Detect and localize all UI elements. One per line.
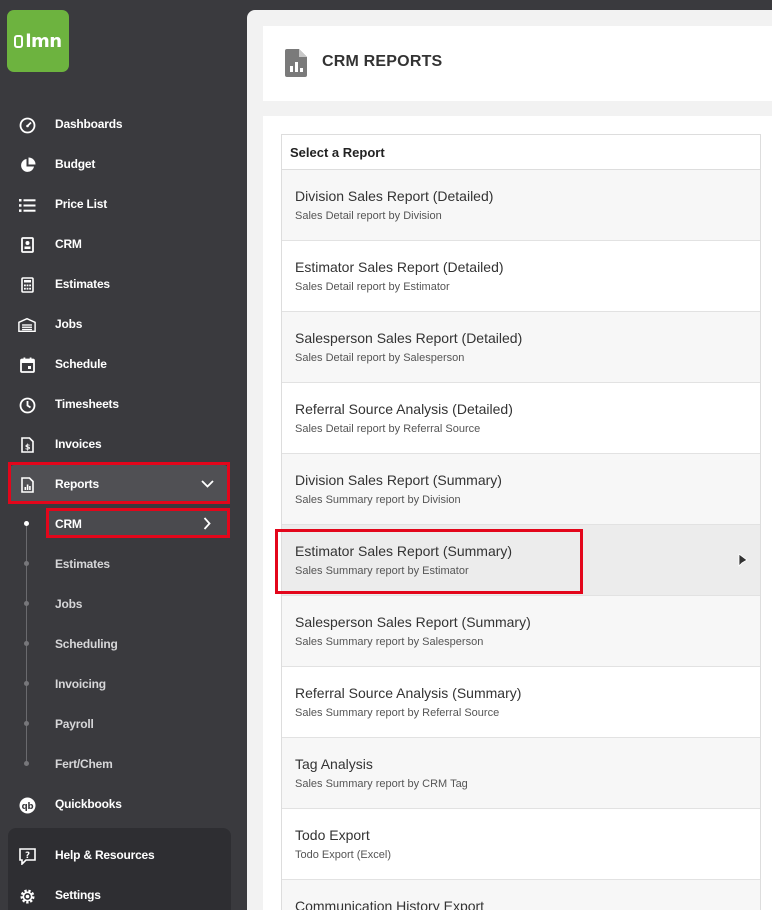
report-description: Todo Export (Excel) — [295, 849, 391, 861]
calculator-icon — [18, 276, 36, 294]
sidebar-item-settings[interactable]: Settings — [0, 875, 247, 910]
submenu-dot — [24, 641, 29, 646]
table-header: Select a Report — [282, 135, 760, 170]
report-description: Sales Summary report by CRM Tag — [295, 778, 468, 790]
sidebar-item-label: Timesheets — [55, 397, 119, 411]
highlight-box-report-row — [275, 529, 583, 594]
report-title: Estimator Sales Report (Detailed) — [295, 259, 504, 275]
help-icon: ? — [18, 847, 36, 865]
sidebar-item-label: Schedule — [55, 357, 107, 371]
submenu-dot — [24, 761, 29, 766]
table-row[interactable]: Referral Source Analysis (Detailed) Sale… — [282, 383, 760, 454]
report-description: Sales Summary report by Referral Source — [295, 707, 500, 719]
sidebar-item-budget[interactable]: Budget — [0, 144, 247, 184]
report-description: Sales Summary report by Salesperson — [295, 636, 484, 648]
table-row[interactable]: Todo Export Todo Export (Excel) — [282, 809, 760, 880]
calendar-icon — [18, 356, 36, 374]
submenu-dot — [24, 601, 29, 606]
main-content: CRM REPORTS Select a Report Division Sal… — [247, 10, 772, 910]
contact-card-icon — [18, 236, 36, 254]
highlight-box-crm — [46, 508, 230, 538]
submenu-item-payroll[interactable]: Payroll — [55, 717, 94, 731]
report-title: Salesperson Sales Report (Detailed) — [295, 330, 523, 346]
submenu-dot — [24, 561, 29, 566]
svg-text:qb: qb — [21, 802, 33, 812]
submenu-item-scheduling[interactable]: Scheduling — [55, 637, 118, 651]
gauge-icon — [18, 116, 36, 134]
report-table: Select a Report Division Sales Report (D… — [281, 134, 761, 910]
sidebar-item-label: CRM — [55, 237, 82, 251]
submenu-item-jobs[interactable]: Jobs — [55, 597, 82, 611]
sidebar-item-crm[interactable]: CRM — [0, 224, 247, 264]
report-panel: Select a Report Division Sales Report (D… — [263, 116, 772, 910]
report-description: Sales Detail report by Referral Source — [295, 423, 481, 435]
sidebar-item-jobs[interactable]: Jobs — [0, 304, 247, 344]
quickbooks-icon: qb — [18, 796, 36, 814]
submenu-dot — [24, 521, 29, 526]
gear-icon — [18, 887, 36, 905]
sidebar-item-label: Settings — [55, 888, 101, 902]
sidebar-item-schedule[interactable]: Schedule — [0, 344, 247, 384]
report-description: Sales Detail report by Division — [295, 210, 442, 222]
sidebar-item-label: Price List — [55, 197, 108, 211]
table-row[interactable]: Tag Analysis Sales Summary report by CRM… — [282, 738, 760, 809]
report-description: Sales Detail report by Estimator — [295, 281, 450, 293]
sidebar-item-estimates[interactable]: Estimates — [0, 264, 247, 304]
table-row[interactable]: Salesperson Sales Report (Summary) Sales… — [282, 596, 760, 667]
report-description: Sales Detail report by Salesperson — [295, 352, 465, 364]
sidebar: lmn Dashboards Budget Price List CRM Est… — [0, 0, 247, 910]
svg-text:$: $ — [24, 443, 30, 452]
logo-text: lmn — [25, 30, 62, 52]
sidebar-item-quickbooks[interactable]: qb Quickbooks — [0, 784, 247, 824]
sidebar-item-invoices[interactable]: $ Invoices — [0, 424, 247, 464]
sidebar-item-label: Jobs — [55, 317, 83, 331]
report-title: Division Sales Report (Detailed) — [295, 188, 494, 204]
sidebar-item-label: Dashboards — [55, 117, 123, 131]
report-title: Referral Source Analysis (Summary) — [295, 685, 522, 701]
sidebar-item-label: Quickbooks — [55, 797, 122, 811]
mouse-cursor-icon — [738, 553, 748, 567]
table-row[interactable]: Division Sales Report (Summary) Sales Su… — [282, 454, 760, 525]
submenu-item-fert-chem[interactable]: Fert/Chem — [55, 757, 113, 771]
list-icon — [18, 196, 36, 214]
report-description: Sales Summary report by Division — [295, 494, 461, 506]
svg-text:?: ? — [25, 851, 30, 861]
report-title: Division Sales Report (Summary) — [295, 472, 502, 488]
table-row[interactable]: Communication History Export — [282, 880, 760, 910]
highlight-box-reports — [8, 462, 230, 504]
report-document-icon — [285, 49, 307, 77]
sidebar-item-dashboards[interactable]: Dashboards — [0, 104, 247, 144]
report-title: Communication History Export — [295, 898, 485, 910]
table-row[interactable]: Division Sales Report (Detailed) Sales D… — [282, 170, 760, 241]
report-title: Tag Analysis — [295, 756, 373, 772]
submenu-item-estimates[interactable]: Estimates — [55, 557, 110, 571]
clock-icon — [18, 396, 36, 414]
table-row[interactable]: Salesperson Sales Report (Detailed) Sale… — [282, 312, 760, 383]
sidebar-item-price-list[interactable]: Price List — [0, 184, 247, 224]
page-header: CRM REPORTS — [263, 26, 772, 101]
garage-icon — [18, 316, 36, 334]
submenu-dot — [24, 721, 29, 726]
page-title: CRM REPORTS — [322, 53, 443, 70]
table-row[interactable]: Referral Source Analysis (Summary) Sales… — [282, 667, 760, 738]
lmn-logo[interactable]: lmn — [7, 10, 69, 72]
sidebar-item-label: Help & Resources — [55, 848, 155, 862]
sidebar-item-label: Estimates — [55, 277, 110, 291]
report-title: Referral Source Analysis (Detailed) — [295, 401, 513, 417]
report-title: Todo Export — [295, 827, 370, 843]
invoice-icon: $ — [18, 436, 36, 454]
report-title: Salesperson Sales Report (Summary) — [295, 614, 531, 630]
submenu-dot — [24, 681, 29, 686]
pie-chart-icon — [18, 156, 36, 174]
submenu-item-invoicing[interactable]: Invoicing — [55, 677, 106, 691]
sidebar-item-label: Budget — [55, 157, 96, 171]
sidebar-item-help[interactable]: ? Help & Resources — [0, 835, 247, 875]
sidebar-item-timesheets[interactable]: Timesheets — [0, 384, 247, 424]
table-row[interactable]: Estimator Sales Report (Detailed) Sales … — [282, 241, 760, 312]
sidebar-item-label: Invoices — [55, 437, 102, 451]
